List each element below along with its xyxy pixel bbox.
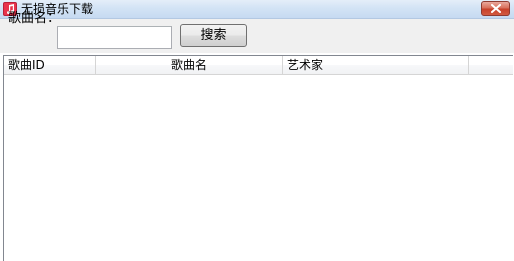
song-name-label: 歌曲名： [8,11,61,26]
song-name-input[interactable] [57,26,172,49]
list-header: 歌曲ID 歌曲名 艺术家 [4,56,513,75]
search-button[interactable]: 搜索 [180,24,247,47]
close-button[interactable] [481,1,510,16]
title-bar[interactable]: 无损音乐下载 [0,0,514,19]
list-body[interactable] [4,75,513,261]
column-header-song-id[interactable]: 歌曲ID [4,56,96,74]
column-header-empty[interactable] [469,56,513,74]
app-window: 无损音乐下载 歌曲名： 搜索 歌曲ID 歌曲名 艺术家 [0,0,514,261]
column-header-song-name[interactable]: 歌曲名 [96,56,283,74]
close-icon [491,4,501,13]
column-header-artist[interactable]: 艺术家 [283,56,469,74]
song-list[interactable]: 歌曲ID 歌曲名 艺术家 [3,55,513,261]
